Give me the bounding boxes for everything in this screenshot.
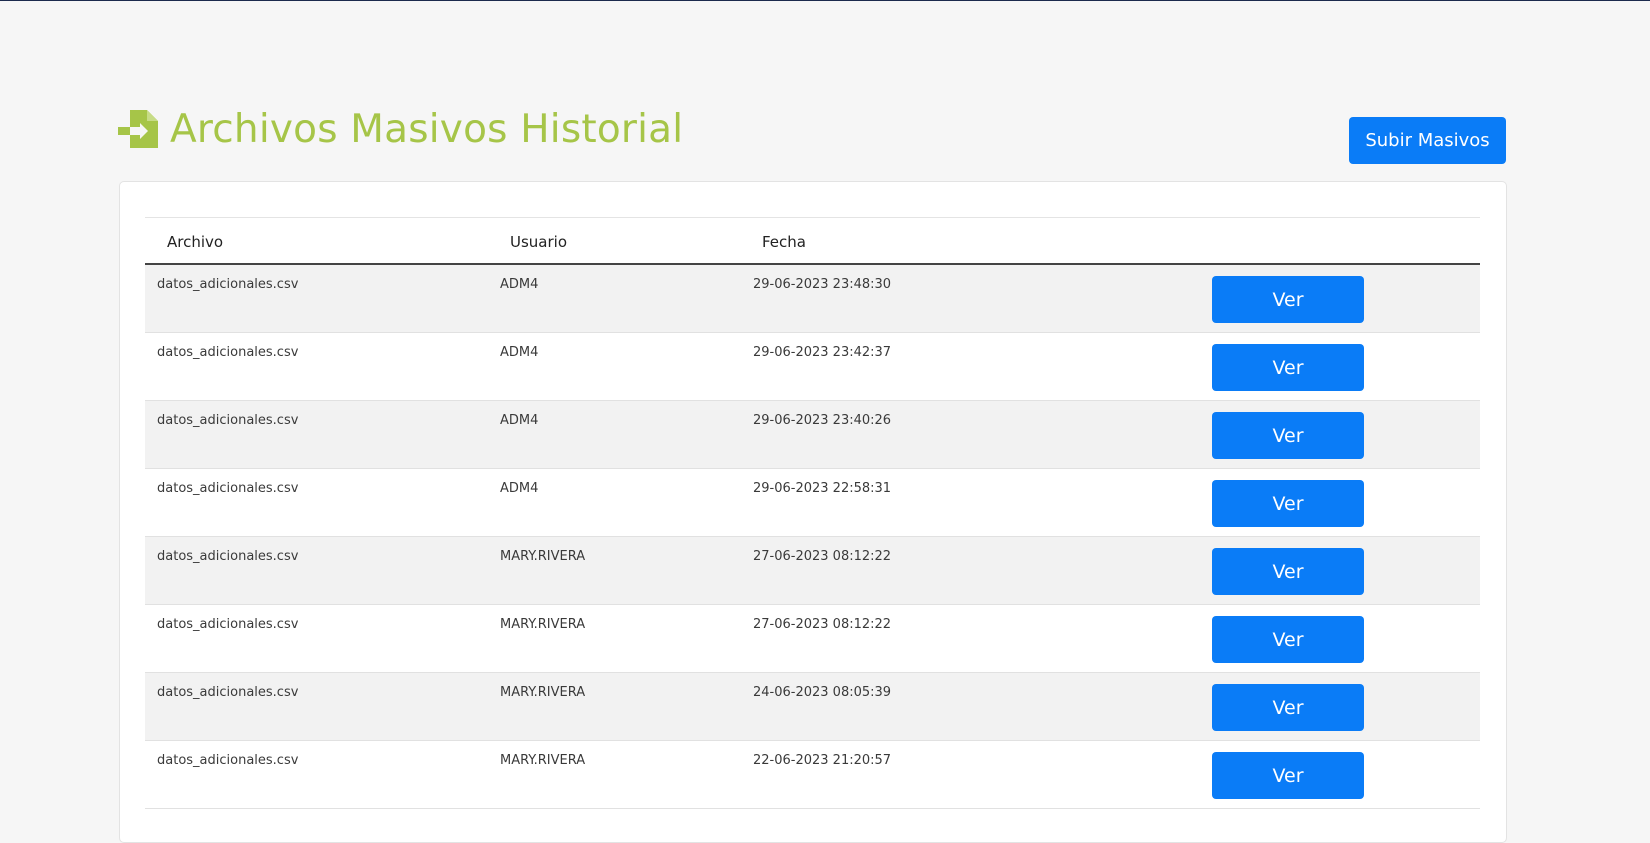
cell-archivo: datos_adicionales.csv <box>157 685 299 700</box>
cell-archivo: datos_adicionales.csv <box>157 617 299 632</box>
cell-archivo: datos_adicionales.csv <box>157 413 299 428</box>
cell-fecha: 29-06-2023 23:40:26 <box>753 413 892 428</box>
cell-usuario: ADM4 <box>500 413 539 428</box>
cell-usuario: ADM4 <box>500 277 539 292</box>
page-title: Archivos Masivos Historial <box>170 106 684 152</box>
table-body: datos_adicionales.csv ADM4 29-06-2023 23:4… <box>145 265 1480 809</box>
cell-usuario: MARY.RIVERA <box>500 617 586 632</box>
cell-fecha: 22-06-2023 21:20:57 <box>753 753 892 768</box>
cell-fecha: 27-06-2023 08:12:22 <box>753 549 892 564</box>
page-header: Archivos Masivos Historial <box>118 104 683 154</box>
cell-fecha: 29-06-2023 23:48:30 <box>753 277 892 292</box>
ver-button[interactable]: Ver <box>1212 276 1364 323</box>
top-border <box>0 0 1650 1</box>
cell-fecha: 27-06-2023 08:12:22 <box>753 617 892 632</box>
cell-archivo: datos_adicionales.csv <box>157 277 299 292</box>
cell-archivo: datos_adicionales.csv <box>157 549 299 564</box>
table-row: datos_adicionales.csv MARY.RIVERA 27-06-20… <box>145 537 1480 605</box>
ver-button[interactable]: Ver <box>1212 548 1364 595</box>
history-card: Archivo Usuario Fecha datos_adicionales.… <box>119 181 1507 843</box>
cell-archivo: datos_adicionales.csv <box>157 345 299 360</box>
history-table: Archivo Usuario Fecha datos_adicionales.… <box>145 217 1480 809</box>
header-archivo: Archivo <box>167 233 224 251</box>
table-row: datos_adicionales.csv ADM4 29-06-2023 23:4… <box>145 265 1480 333</box>
file-import-icon <box>118 108 160 150</box>
cell-usuario: MARY.RIVERA <box>500 753 586 768</box>
table-row: datos_adicionales.csv MARY.RIVERA 27-06-20… <box>145 605 1480 673</box>
cell-usuario: MARY.RIVERA <box>500 549 586 564</box>
table-row: datos_adicionales.csv MARY.RIVERA 24-06-20… <box>145 673 1480 741</box>
header-fecha: Fecha <box>762 233 806 251</box>
cell-usuario: ADM4 <box>500 345 539 360</box>
table-row: datos_adicionales.csv ADM4 29-06-2023 23:4… <box>145 333 1480 401</box>
cell-archivo: datos_adicionales.csv <box>157 481 299 496</box>
ver-button[interactable]: Ver <box>1212 616 1364 663</box>
cell-archivo: datos_adicionales.csv <box>157 753 299 768</box>
table-row: datos_adicionales.csv ADM4 29-06-2023 23:4… <box>145 401 1480 469</box>
cell-usuario: MARY.RIVERA <box>500 685 586 700</box>
ver-button[interactable]: Ver <box>1212 480 1364 527</box>
cell-fecha: 24-06-2023 08:05:39 <box>753 685 892 700</box>
table-header: Archivo Usuario Fecha <box>145 217 1480 265</box>
ver-button[interactable]: Ver <box>1212 752 1364 799</box>
ver-button[interactable]: Ver <box>1212 412 1364 459</box>
header-usuario: Usuario <box>510 233 568 251</box>
upload-masivos-button[interactable]: Subir Masivos <box>1349 117 1506 164</box>
ver-button[interactable]: Ver <box>1212 344 1364 391</box>
cell-fecha: 29-06-2023 23:42:37 <box>753 345 892 360</box>
ver-button[interactable]: Ver <box>1212 684 1364 731</box>
table-row: datos_adicionales.csv MARY.RIVERA 22-06-20… <box>145 741 1480 809</box>
cell-usuario: ADM4 <box>500 481 539 496</box>
cell-fecha: 29-06-2023 22:58:31 <box>753 481 892 496</box>
table-row: datos_adicionales.csv ADM4 29-06-2023 22:5… <box>145 469 1480 537</box>
